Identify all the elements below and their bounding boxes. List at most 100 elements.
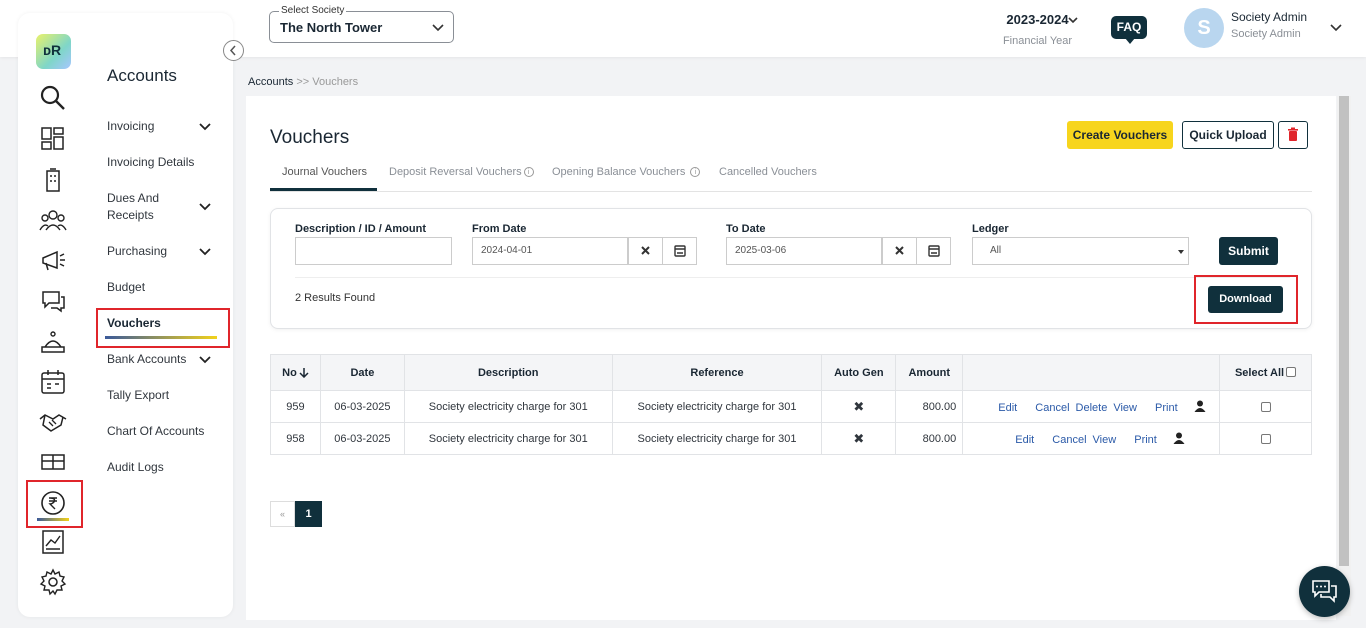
people-icon[interactable]	[39, 206, 67, 234]
select-all-label: Select All	[1234, 366, 1285, 379]
rupee-icon[interactable]	[39, 489, 67, 517]
cell-amount: 800.00	[895, 422, 964, 455]
sidebar-item-chart-of-accounts[interactable]: Chart Of Accounts	[107, 423, 204, 440]
pagination-prev[interactable]: «	[270, 501, 295, 527]
ledger-select[interactable]: All	[972, 237, 1189, 265]
cancel-link[interactable]: Cancel	[1052, 434, 1086, 446]
select-all-checkbox[interactable]	[1286, 366, 1297, 377]
chevron-down-icon[interactable]	[199, 202, 211, 212]
cell-actions: Edit Cancel Delete View Print	[962, 390, 1221, 423]
chevron-down-icon[interactable]	[199, 247, 211, 257]
sidebar-item-invoicing-details[interactable]: Invoicing Details	[107, 154, 194, 171]
app-logo[interactable]: ᴅR	[36, 34, 71, 69]
collapse-sidebar-button[interactable]	[223, 40, 244, 61]
sort-down-icon[interactable]	[299, 367, 309, 379]
cancel-link[interactable]: Cancel	[1035, 402, 1069, 414]
user-icon[interactable]	[1194, 400, 1206, 412]
print-link[interactable]: Print	[1134, 434, 1157, 446]
breadcrumb-accounts[interactable]: Accounts	[248, 76, 293, 88]
view-link[interactable]: View	[1093, 434, 1117, 446]
megaphone-icon[interactable]	[39, 246, 67, 274]
breadcrumb: Accounts >> Vouchers	[248, 76, 358, 88]
cell-select	[1219, 422, 1312, 455]
view-link[interactable]: View	[1113, 402, 1137, 414]
cell-description: Society electricity charge for 301	[403, 390, 613, 423]
dropdown-arrow-icon	[1178, 250, 1184, 254]
chat-icon[interactable]	[39, 287, 67, 315]
chat-support-button[interactable]	[1299, 566, 1350, 617]
delete-button[interactable]	[1278, 121, 1308, 149]
page-title: Vouchers	[270, 127, 350, 148]
tab-cancelled-vouchers[interactable]: Cancelled Vouchers	[719, 166, 817, 178]
cell-no: 959	[270, 390, 321, 423]
chevron-down-icon[interactable]	[199, 355, 211, 365]
cell-actions: Edit Cancel View Print	[962, 422, 1221, 455]
report-icon[interactable]	[39, 528, 67, 556]
sidebar-item-tally-export[interactable]: Tally Export	[107, 387, 169, 404]
col-select-all[interactable]: Select All	[1219, 354, 1312, 391]
to-date-clear-button[interactable]	[882, 237, 917, 265]
service-icon[interactable]	[39, 327, 67, 355]
to-date-calendar-button[interactable]	[916, 237, 951, 265]
col-date: Date	[319, 354, 405, 391]
col-amount: Amount	[895, 354, 964, 391]
sidebar-item-budget[interactable]: Budget	[107, 279, 145, 296]
breadcrumb-separator: >>	[296, 76, 310, 88]
sidebar-item-invoicing[interactable]: Invoicing	[107, 118, 154, 135]
description-input[interactable]	[295, 237, 452, 265]
dashboard-icon[interactable]	[39, 125, 67, 153]
sidebar-item-vouchers[interactable]: Vouchers	[107, 315, 161, 332]
faq-button[interactable]: FAQ	[1111, 16, 1147, 44]
from-date-clear-button[interactable]	[628, 237, 663, 265]
trash-icon	[1288, 127, 1298, 141]
society-select[interactable]: Select Society The North Tower	[269, 5, 454, 43]
close-icon	[641, 246, 650, 255]
chevron-down-icon[interactable]	[1330, 22, 1342, 32]
sidebar-item-audit-logs[interactable]: Audit Logs	[107, 459, 164, 476]
edit-link[interactable]: Edit	[998, 402, 1017, 414]
pagination-page-1[interactable]: 1	[295, 501, 322, 527]
handshake-icon[interactable]	[39, 407, 67, 435]
print-link[interactable]: Print	[1155, 402, 1178, 414]
user-icon[interactable]	[1173, 432, 1185, 444]
from-date-input[interactable]: 2024-04-01	[472, 237, 628, 265]
chevron-down-icon[interactable]	[199, 122, 211, 132]
sidebar-item-bank-accounts[interactable]: Bank Accounts	[107, 351, 186, 368]
settings-icon[interactable]	[39, 568, 67, 596]
submit-button[interactable]: Submit	[1219, 237, 1278, 265]
active-menu-indicator	[105, 336, 217, 339]
sidebar-item-purchasing[interactable]: Purchasing	[107, 243, 167, 260]
cell-date: 06-03-2025	[319, 422, 405, 455]
quick-upload-button[interactable]: Quick Upload	[1182, 121, 1274, 149]
delete-link[interactable]: Delete	[1076, 402, 1108, 414]
sidebar-item-dues-and-receipts[interactable]: Dues And Receipts	[107, 190, 187, 224]
breadcrumb-current: Vouchers	[312, 76, 359, 88]
create-vouchers-button[interactable]: Create Vouchers	[1067, 121, 1173, 149]
calendar-icon[interactable]	[39, 368, 67, 396]
row-checkbox[interactable]	[1260, 401, 1271, 412]
col-no[interactable]: No	[270, 354, 321, 391]
search-icon[interactable]	[39, 84, 67, 112]
tab-journal-vouchers[interactable]: Journal Vouchers	[282, 166, 367, 178]
table-header-row: No Date Description Reference Auto Gen A…	[270, 354, 1312, 391]
edit-link[interactable]: Edit	[1015, 434, 1034, 446]
cell-reference: Society electricity charge for 301	[611, 422, 823, 455]
scrollbar-thumb[interactable]	[1339, 96, 1349, 566]
user-role: Society Admin	[1231, 28, 1301, 40]
download-button[interactable]: Download	[1208, 286, 1283, 313]
from-date-calendar-button[interactable]	[662, 237, 697, 265]
tab-opening-balance-vouchers[interactable]: Opening Balance Vouchers i	[552, 166, 701, 178]
chevron-down-icon[interactable]	[1068, 15, 1078, 25]
amenity-icon[interactable]	[39, 447, 67, 475]
cell-reference: Society electricity charge for 301	[611, 390, 823, 423]
financial-year-label: Financial Year	[1002, 35, 1073, 47]
row-checkbox[interactable]	[1260, 433, 1271, 444]
info-icon: i	[523, 167, 534, 178]
building-icon[interactable]	[39, 166, 67, 194]
filter-divider	[295, 277, 1290, 278]
tab-deposit-reversal-vouchers[interactable]: Deposit Reversal Vouchers i	[389, 166, 534, 178]
avatar[interactable]: S	[1184, 8, 1224, 48]
active-nav-indicator	[37, 518, 69, 521]
col-no-label: No	[282, 366, 297, 379]
to-date-input[interactable]: 2025-03-06	[726, 237, 882, 265]
